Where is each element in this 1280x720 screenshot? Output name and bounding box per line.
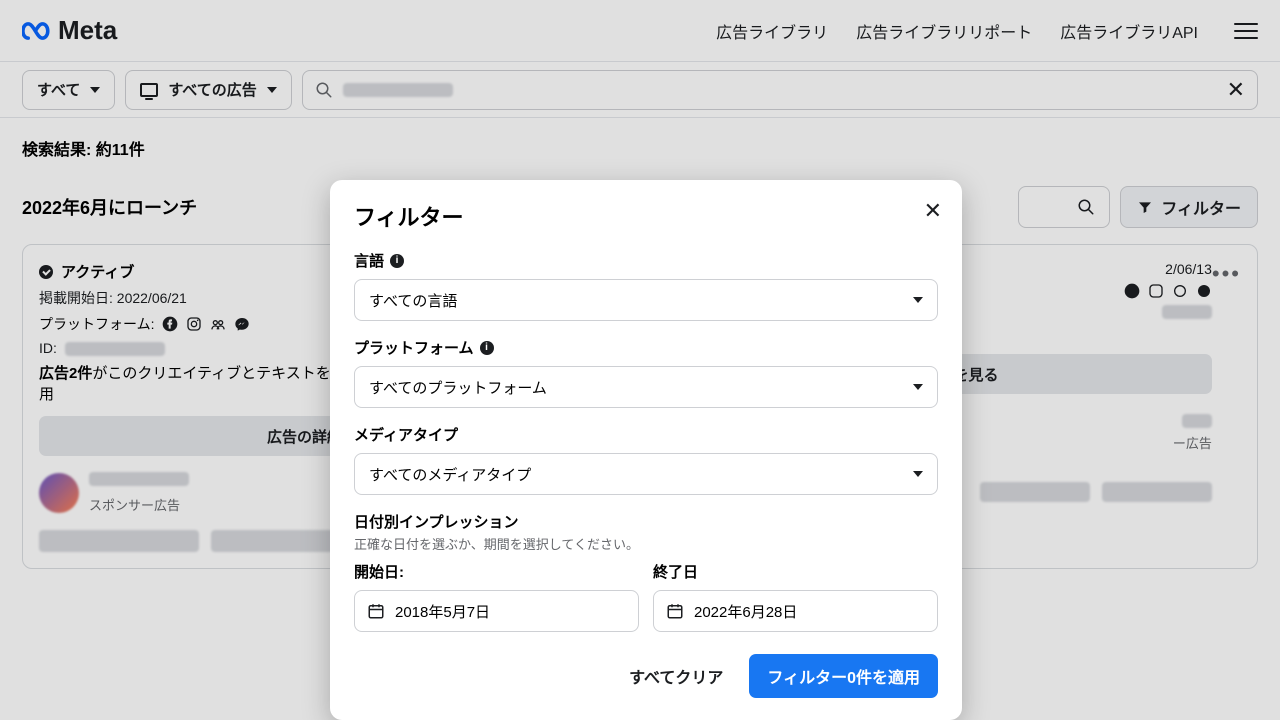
start-date-value: 2018年5月7日	[395, 601, 490, 622]
chevron-down-icon	[913, 471, 923, 477]
apply-filters-button[interactable]: フィルター0件を適用	[749, 654, 938, 698]
impressions-label: 日付別インプレッション	[354, 511, 938, 532]
end-date-value: 2022年6月28日	[694, 601, 797, 622]
platform-select[interactable]: すべてのプラットフォーム	[354, 366, 938, 408]
media-label-text: メディアタイプ	[354, 424, 458, 445]
media-value: すべてのメディアタイプ	[369, 464, 531, 485]
info-icon[interactable]: i	[480, 341, 494, 355]
platform-label-text: プラットフォーム	[354, 337, 474, 358]
calendar-icon	[367, 602, 385, 620]
chevron-down-icon	[913, 297, 923, 303]
modal-title: フィルター	[354, 200, 938, 232]
filter-modal: ✕ フィルター 言語 i すべての言語 プラットフォーム i すべてのプラットフ…	[330, 180, 962, 720]
media-select[interactable]: すべてのメディアタイプ	[354, 453, 938, 495]
lang-label-text: 言語	[354, 250, 384, 271]
close-icon[interactable]: ✕	[924, 198, 942, 224]
start-date-input[interactable]: 2018年5月7日	[354, 590, 639, 632]
end-date-input[interactable]: 2022年6月28日	[653, 590, 938, 632]
apply-label: フィルター0件を適用	[767, 670, 920, 687]
chevron-down-icon	[913, 384, 923, 390]
lang-select[interactable]: すべての言語	[354, 279, 938, 321]
media-label: メディアタイプ	[354, 424, 938, 445]
end-date-label: 終了日	[653, 561, 938, 582]
lang-value: すべての言語	[369, 290, 457, 311]
platform-label: プラットフォーム i	[354, 337, 938, 358]
clear-all-button[interactable]: すべてクリア	[617, 654, 735, 698]
platform-value: すべてのプラットフォーム	[369, 377, 547, 398]
impressions-desc: 正確な日付を選ぶか、期間を選択してください。	[354, 534, 938, 553]
start-date-label: 開始日:	[354, 561, 639, 582]
lang-label: 言語 i	[354, 250, 938, 271]
clear-label: すべてクリア	[629, 670, 723, 687]
calendar-icon	[666, 602, 684, 620]
info-icon[interactable]: i	[390, 254, 404, 268]
